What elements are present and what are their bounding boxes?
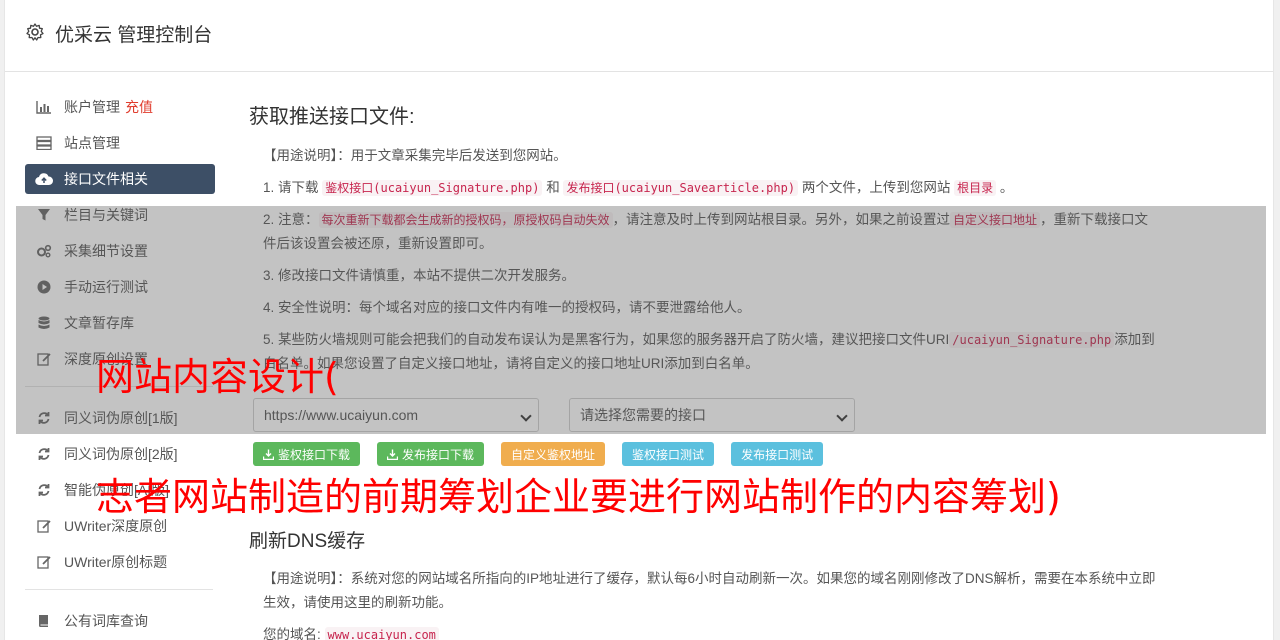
usage-text: ：系统对您的网站域名所指向的IP地址进行了缓存，默认每6小时自动刷新一次。如果您… — [263, 571, 1156, 610]
note-1: 1. 请下载 鉴权接口(ucaiyun_Signature.php) 和 发布接… — [263, 176, 1159, 200]
sidebar-divider — [25, 589, 213, 590]
usage-description: 【用途说明】：用于文章采集完毕后发送到您网站。 — [263, 144, 1159, 168]
download-icon — [387, 449, 399, 460]
refresh-icon — [35, 482, 53, 498]
button-label: 鉴权接口下载 — [278, 447, 351, 462]
bar-chart-icon — [35, 99, 53, 115]
button-label: 发布接口下载 — [402, 447, 475, 462]
download-signature-button[interactable]: 鉴权接口下载 — [253, 442, 361, 466]
section-title-interface-files: 获取推送接口文件: — [249, 106, 415, 128]
sidebar-item-sites[interactable]: 站点管理 — [25, 128, 215, 158]
overlay-headline-1: 网站内容设计( — [96, 355, 339, 399]
server-icon — [35, 135, 53, 151]
domain-row: 您的域名: www.ucaiyun.com — [263, 623, 1159, 640]
download-publish-button[interactable]: 发布接口下载 — [377, 442, 485, 466]
dns-usage-description: 【用途说明】：系统对您的网站域名所指向的IP地址进行了缓存，默认每6小时自动刷新… — [263, 567, 1159, 615]
note-text: 两个文件，上传到您网站 — [798, 180, 955, 195]
edit-icon — [35, 518, 53, 534]
section-title-dns: 刷新DNS缓存 — [249, 531, 366, 552]
sidebar-item-label: 同义词伪原创[2版] — [64, 446, 178, 462]
sidebar-item-label: 公有词库查询 — [64, 613, 148, 629]
test-signature-button[interactable]: 鉴权接口测试 — [622, 442, 715, 466]
overlay-headline-2: 志者网站制造的前期筹划企业要进行网站制作的内容筹划) — [96, 475, 1061, 519]
book-icon — [35, 613, 53, 629]
refresh-icon — [35, 446, 53, 462]
sidebar-item-label: 账户管理 — [64, 99, 120, 115]
button-label: 发布接口测试 — [741, 447, 814, 462]
domain-value: www.ucaiyun.com — [324, 627, 439, 640]
usage-label: 【用途说明】 — [263, 148, 338, 163]
savearticle-file-code: 发布接口(ucaiyun_Savearticle.php) — [563, 180, 799, 196]
recharge-link[interactable]: 充值 — [125, 97, 153, 117]
note-text: 1. 请下载 — [263, 180, 323, 195]
action-buttons: 鉴权接口下载 发布接口下载 自定义鉴权地址 鉴权接口测试 发布接口测试 — [253, 442, 1159, 466]
note-text: 。 — [996, 180, 1014, 195]
usage-text: ：用于文章采集完毕后发送到您网站。 — [337, 148, 567, 163]
sidebar-item-label: 站点管理 — [64, 135, 120, 151]
note-text: 和 — [542, 180, 564, 195]
download-icon — [263, 449, 274, 460]
page-title: 优采云 管理控制台 — [55, 25, 213, 46]
root-dir-code: 根目录 — [954, 180, 997, 196]
sidebar-item-interface-files[interactable]: 接口文件相关 — [25, 164, 215, 194]
sidebar-item-synonym-v2[interactable]: 同义词伪原创[2版] — [25, 439, 215, 469]
button-label: 鉴权接口测试 — [632, 447, 705, 462]
sidebar-item-account[interactable]: 账户管理 充值 — [25, 92, 215, 122]
gear-icon — [26, 23, 44, 41]
domain-label: 您的域名: — [263, 627, 321, 640]
sidebar-item-uwriter-title[interactable]: UWriter原创标题 — [25, 547, 215, 577]
signature-file-code: 鉴权接口(ucaiyun_Signature.php) — [322, 180, 543, 196]
sidebar-item-label: 接口文件相关 — [64, 171, 148, 187]
sidebar-item-public-dictionary[interactable]: 公有词库查询 — [25, 606, 215, 636]
usage-label: 【用途说明】 — [263, 571, 338, 586]
custom-signature-url-button[interactable]: 自定义鉴权地址 — [501, 442, 606, 466]
test-publish-button[interactable]: 发布接口测试 — [731, 442, 824, 466]
button-label: 自定义鉴权地址 — [511, 447, 596, 462]
sidebar-item-label: UWriter原创标题 — [64, 554, 168, 570]
edit-icon — [35, 554, 53, 570]
cloud-upload-icon — [35, 171, 53, 187]
header-bar: 优采云 管理控制台 — [5, 0, 1273, 72]
